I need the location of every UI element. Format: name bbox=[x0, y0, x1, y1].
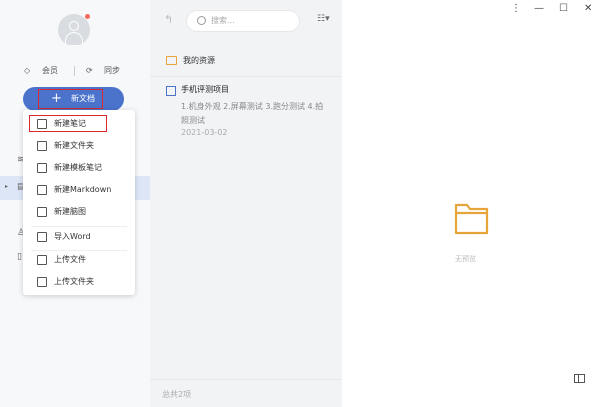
upload-folder-icon bbox=[37, 277, 47, 287]
member-icon[interactable]: ◇ bbox=[24, 64, 30, 78]
note-date: 2021-03-02 bbox=[181, 128, 228, 137]
menu-item-new-note[interactable]: 新建笔记 bbox=[23, 113, 135, 135]
sync-icon[interactable]: ⟳ bbox=[86, 64, 93, 78]
trash-icon[interactable]: ▯ bbox=[17, 252, 22, 262]
menu-item-upload-file[interactable]: 上传文件 bbox=[23, 249, 135, 271]
upload-file-icon bbox=[37, 255, 47, 265]
search-input[interactable]: 搜索... bbox=[186, 10, 300, 32]
menu-item-label: 新建笔记 bbox=[54, 119, 86, 128]
member-link[interactable]: 会员 bbox=[42, 64, 58, 78]
menu-item-label: 新建模板笔记 bbox=[54, 163, 102, 172]
menu-item-upload-folder[interactable]: 上传文件夹 bbox=[23, 271, 135, 293]
note-title: 手机评测项目 bbox=[181, 85, 229, 94]
folder-row[interactable]: 我的资源 bbox=[150, 50, 342, 72]
menu-item-markdown[interactable]: 新建Markdown bbox=[23, 179, 135, 201]
menu-item-label: 新建文件夹 bbox=[54, 141, 94, 150]
menu-item-label: 新建Markdown bbox=[54, 185, 112, 194]
preview-pane: ⋮ — ☐ ✕ 无预览 bbox=[342, 0, 600, 407]
minimize-icon[interactable]: — bbox=[534, 3, 544, 14]
menu-item-label: 导入Word bbox=[54, 232, 91, 241]
menu-item-mindmap[interactable]: 新建脑图 bbox=[23, 201, 135, 223]
sync-link[interactable]: 同步 bbox=[104, 64, 120, 78]
empty-folder-icon bbox=[454, 203, 489, 235]
folder-label: 我的资源 bbox=[183, 56, 215, 65]
empty-preview-text: 无预览 bbox=[455, 255, 476, 263]
note-icon bbox=[166, 86, 176, 96]
plus-icon: + bbox=[51, 91, 62, 106]
more-options-icon[interactable]: ⋮ bbox=[511, 3, 521, 14]
folder-icon bbox=[166, 56, 177, 65]
maximize-icon[interactable]: ☐ bbox=[559, 3, 568, 14]
file-list-pane: ↰ 搜索... ☷▾ 我的资源 手机评测项目 1.机身外观 2.屏幕测试 3.跑… bbox=[150, 0, 342, 407]
close-icon[interactable]: ✕ bbox=[584, 3, 592, 14]
note-snippet: 1.机身外观 2.屏幕测试 3.跑分测试 4.拍照测试 bbox=[181, 102, 324, 125]
expand-arrow-icon[interactable]: ▸ bbox=[5, 183, 8, 190]
divider bbox=[150, 379, 342, 380]
markdown-icon bbox=[37, 185, 47, 195]
new-note-icon bbox=[37, 119, 47, 129]
menu-item-new-folder[interactable]: 新建文件夹 bbox=[23, 135, 135, 157]
note-list-item[interactable]: 手机评测项目 1.机身外观 2.屏幕测试 3.跑分测试 4.拍照测试 2021-… bbox=[150, 82, 342, 146]
import-word-icon bbox=[37, 232, 47, 242]
template-note-icon bbox=[37, 163, 47, 173]
menu-item-label: 上传文件 bbox=[54, 255, 86, 264]
item-count: 总共2项 bbox=[162, 390, 192, 399]
sort-menu-icon[interactable]: ☷▾ bbox=[317, 14, 330, 24]
new-document-button[interactable]: + 新文档 bbox=[23, 87, 124, 111]
menu-item-label: 新建脑图 bbox=[54, 207, 86, 216]
mindmap-icon bbox=[37, 207, 47, 217]
divider bbox=[150, 76, 342, 77]
notification-dot bbox=[85, 14, 90, 19]
new-document-label: 新文档 bbox=[71, 94, 95, 103]
search-icon bbox=[197, 16, 206, 25]
menu-item-label: 上传文件夹 bbox=[54, 277, 94, 286]
divider bbox=[74, 66, 75, 76]
menu-item-import-word[interactable]: 导入Word bbox=[23, 226, 135, 248]
avatar-head-shape bbox=[69, 21, 79, 31]
avatar[interactable] bbox=[58, 14, 90, 46]
new-menu-dropdown: 新建笔记 新建文件夹 新建模板笔记 新建Markdown 新建脑图 导入Word… bbox=[23, 110, 135, 295]
quick-actions: ◇ 会员 ⟳ 同步 bbox=[0, 64, 150, 78]
new-folder-icon bbox=[37, 141, 47, 151]
back-arrow-icon[interactable]: ↰ bbox=[164, 13, 173, 26]
search-placeholder: 搜索... bbox=[211, 16, 235, 25]
layout-toggle-icon[interactable] bbox=[574, 374, 585, 383]
avatar-body-shape bbox=[65, 32, 83, 46]
menu-item-template-note[interactable]: 新建模板笔记 bbox=[23, 157, 135, 179]
